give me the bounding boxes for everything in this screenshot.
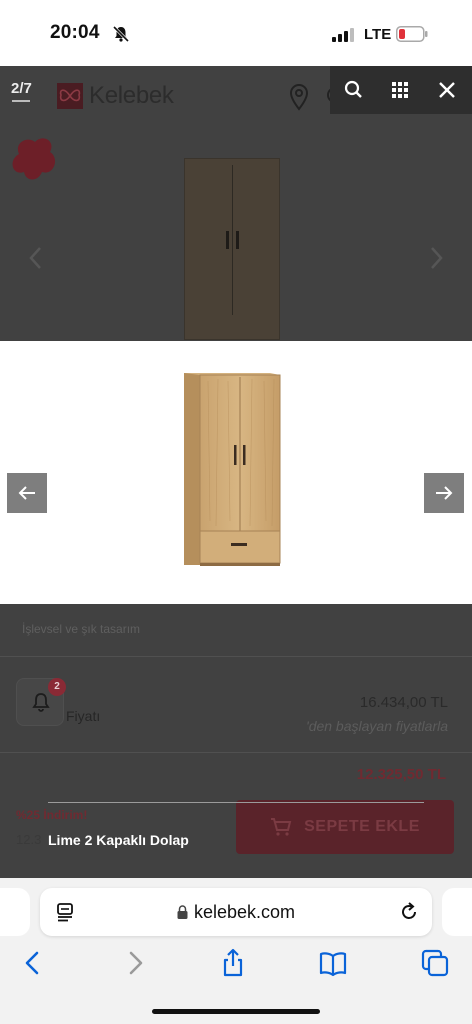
bell-slash-icon — [112, 25, 130, 43]
status-time: 20:04 — [50, 22, 100, 43]
network-type: LTE — [364, 26, 392, 43]
campaign-badge-icon — [12, 138, 56, 180]
reload-icon[interactable] — [398, 901, 420, 923]
old-price: 16.434,00 TL — [359, 694, 448, 711]
notification-badge: 2 — [48, 678, 66, 696]
status-bar: 20:04 LTE — [0, 0, 472, 66]
grid-icon[interactable] — [388, 78, 412, 102]
add-to-cart-label: SEPETE EKLE — [304, 818, 420, 835]
bottom-price: 12.3 — [16, 832, 42, 847]
browser-bottom-bar: kelebek.com — [0, 878, 472, 1024]
image-counter: 2/7 — [11, 80, 32, 97]
sale-price: 12.325,50 TL — [356, 766, 446, 783]
menu-line — [12, 100, 30, 102]
browser-toolbar — [0, 948, 472, 980]
forward-icon[interactable] — [120, 948, 150, 978]
url-container: kelebek.com — [40, 888, 432, 936]
spec-text: İşlevsel ve şık tasarım — [22, 622, 141, 636]
zoom-icon[interactable] — [342, 78, 366, 102]
lightbox-toolbar — [330, 66, 472, 114]
discount-label: %25 İndirim! — [16, 808, 88, 822]
bookmarks-icon[interactable] — [318, 948, 348, 978]
dimmed-product-image — [184, 158, 280, 340]
back-icon[interactable] — [18, 948, 48, 978]
image-caption: Lime 2 Kapaklı Dolap — [48, 832, 189, 848]
bell-icon — [32, 693, 50, 712]
tabs-icon[interactable] — [420, 948, 450, 978]
lock-icon — [177, 905, 188, 919]
price-note: 'den başlayan fiyatlarla — [306, 718, 448, 734]
close-icon[interactable] — [435, 78, 459, 102]
signal-bars-icon — [332, 28, 354, 42]
lightbox-image-stage — [0, 341, 472, 604]
next-tab-preview[interactable] — [442, 888, 472, 936]
share-icon[interactable] — [218, 948, 248, 978]
arrow-right-icon — [436, 486, 453, 500]
previous-image-button[interactable] — [7, 473, 47, 513]
battery-low-icon — [396, 26, 428, 42]
chevron-right-icon — [431, 247, 443, 269]
kelebek-logo[interactable]: Kelebek — [56, 82, 174, 110]
next-image-button[interactable] — [424, 473, 464, 513]
butterfly-logo-icon — [57, 83, 83, 109]
arrow-left-icon — [18, 486, 35, 500]
home-indicator[interactable] — [152, 1009, 320, 1014]
url-text: kelebek.com — [193, 901, 296, 922]
divider — [0, 656, 472, 657]
previous-tab-preview[interactable] — [0, 888, 30, 936]
divider — [0, 752, 472, 753]
wardrobe-product-image — [184, 373, 281, 566]
address-bar[interactable]: kelebek.com — [40, 888, 432, 936]
cart-icon — [271, 818, 292, 836]
add-to-cart-button[interactable]: SEPETE EKLE — [236, 800, 454, 854]
caption-divider — [48, 802, 424, 803]
location-pin-icon — [289, 84, 309, 111]
logo-text: Kelebek — [89, 82, 174, 109]
price-label: Fiyatı — [66, 708, 101, 724]
chevron-left-icon — [29, 247, 41, 269]
